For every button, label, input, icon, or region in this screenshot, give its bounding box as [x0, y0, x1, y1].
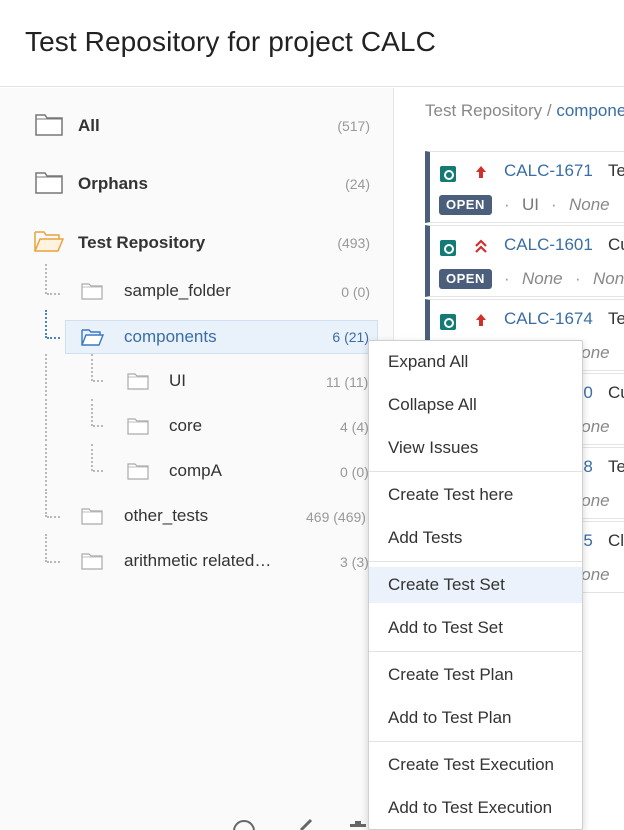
menu-item-add-to-test-plan[interactable]: Add to Test Plan [369, 700, 582, 736]
menu-item-collapse-all[interactable]: Collapse All [369, 387, 582, 423]
tree-item-test-repository[interactable]: Test Repository (493) [0, 225, 394, 259]
menu-item-add-to-test-set[interactable]: Add to Test Set [369, 610, 582, 646]
menu-item-create-test-plan[interactable]: Create Test Plan [369, 657, 582, 693]
priority-critical-icon [475, 239, 487, 253]
breadcrumb: Test Repository / components [425, 101, 624, 121]
tree-item-count: 6 (21) [332, 329, 369, 345]
breadcrumb-current[interactable]: components [556, 101, 624, 120]
folder-icon [81, 283, 103, 300]
test-type-icon [440, 240, 456, 256]
tree-item-count: 0 (0) [340, 464, 369, 480]
tree-item-label: All [78, 116, 100, 135]
menu-item-create-test-here[interactable]: Create Test here [369, 477, 582, 513]
menu-item-add-to-test-execution[interactable]: Add to Test Execution [369, 790, 582, 826]
folder-icon [127, 373, 149, 390]
menu-divider [369, 561, 582, 562]
folder-icon [81, 508, 103, 525]
priority-major-icon [476, 314, 486, 326]
issue-label: None [569, 195, 610, 214]
tree-item-components[interactable]: components 6 (21) [65, 320, 378, 354]
menu-divider [369, 471, 582, 472]
tree-item-other-tests[interactable]: other_tests 469 (469) [0, 499, 394, 533]
tree-item-label: Orphans [78, 174, 148, 193]
issue-summary: Te [608, 457, 624, 476]
menu-item-create-test-execution[interactable]: Create Test Execution [369, 747, 582, 783]
issue-summary: Cu [608, 383, 624, 402]
folder-open-icon [34, 231, 64, 252]
folder-context-menu: Expand All Collapse All View Issues Crea… [368, 340, 583, 830]
issue-summary: Te [608, 309, 624, 328]
folder-open-icon [81, 329, 104, 346]
issue-key-link[interactable]: CALC-1671 [504, 161, 593, 181]
tree-item-label: sample_folder [124, 281, 231, 300]
folder-icon [127, 418, 149, 435]
tree-item-label: compA [169, 461, 222, 480]
issue-key-link[interactable]: CALC-1674 [504, 309, 593, 329]
tree-item-compa[interactable]: compA 0 (0) [0, 454, 394, 488]
edit-icon[interactable] [297, 818, 317, 830]
meta-separator: · [551, 195, 557, 214]
tree-item-count: 469 (469) [306, 509, 366, 525]
tree-item-ui[interactable]: UI 11 (11) [0, 364, 394, 398]
tree-item-core[interactable]: core 4 (4) [0, 409, 394, 443]
tree-item-label: UI [169, 371, 186, 390]
meta-separator: · [504, 195, 510, 214]
meta-separator: · [504, 269, 510, 288]
menu-item-add-tests[interactable]: Add Tests [369, 520, 582, 556]
tree-item-label: other_tests [124, 506, 209, 525]
trash-icon[interactable] [348, 818, 368, 830]
folder-icon [127, 463, 149, 480]
test-repository-tree: All (517) Orphans (24) Test Repository (… [0, 88, 394, 830]
tree-item-count: 4 (4) [340, 419, 369, 435]
test-type-icon [440, 166, 456, 182]
tree-item-arithmetic-related[interactable]: arithmetic related… 3 (3) [0, 544, 394, 578]
folder-icon [81, 553, 103, 570]
issue-key-link[interactable]: CALC-1601 [504, 235, 593, 255]
tree-item-count: 11 (11) [326, 374, 369, 390]
menu-item-create-test-set[interactable]: Create Test Set [369, 567, 582, 603]
status-badge: OPEN [439, 269, 492, 289]
test-type-icon [440, 314, 456, 330]
tree-item-count: (24) [345, 176, 370, 192]
tree-item-sample-folder[interactable]: sample_folder 0 (0) [0, 274, 394, 308]
issue-label: None [593, 269, 624, 288]
menu-item-expand-all[interactable]: Expand All [369, 344, 582, 380]
menu-divider [369, 651, 582, 652]
tree-item-label: Test Repository [78, 233, 206, 252]
tree-item-label: arithmetic related… [124, 551, 272, 570]
tree-item-orphans[interactable]: Orphans (24) [0, 166, 394, 200]
issue-summary: Cl [608, 531, 624, 550]
tree-item-count: (517) [337, 118, 370, 134]
tree-connector [47, 337, 60, 339]
tree-item-count: 3 (3) [340, 554, 369, 570]
issue-component: None [522, 269, 563, 288]
tree-item-count: 0 (0) [341, 284, 370, 300]
page-header: Test Repository for project CALC [0, 0, 624, 87]
meta-separator: · [575, 269, 581, 288]
breadcrumb-root[interactable]: Test Repository [425, 101, 542, 120]
tree-item-all[interactable]: All (517) [0, 108, 394, 142]
tree-connector [45, 310, 47, 338]
issue-card[interactable]: CALC-1671 Te OPEN · UI · None [425, 151, 624, 223]
tree-item-count: (493) [337, 235, 370, 251]
menu-item-view-issues[interactable]: View Issues [369, 430, 582, 466]
issue-summary: Te [608, 161, 624, 180]
add-circle-icon[interactable] [230, 818, 260, 830]
issue-component: UI [522, 195, 539, 214]
menu-divider [369, 741, 582, 742]
tree-item-label: core [169, 416, 203, 435]
tree-item-label: components [124, 327, 217, 346]
breadcrumb-separator: / [542, 101, 557, 120]
page-title: Test Repository for project CALC [25, 26, 436, 57]
folder-icon [35, 114, 63, 136]
priority-major-icon [476, 166, 486, 178]
issue-card[interactable]: CALC-1601 Cu OPEN · None · None [425, 225, 624, 297]
issue-summary: Cu [608, 235, 624, 254]
folder-icon [35, 172, 63, 194]
status-badge: OPEN [439, 195, 492, 215]
